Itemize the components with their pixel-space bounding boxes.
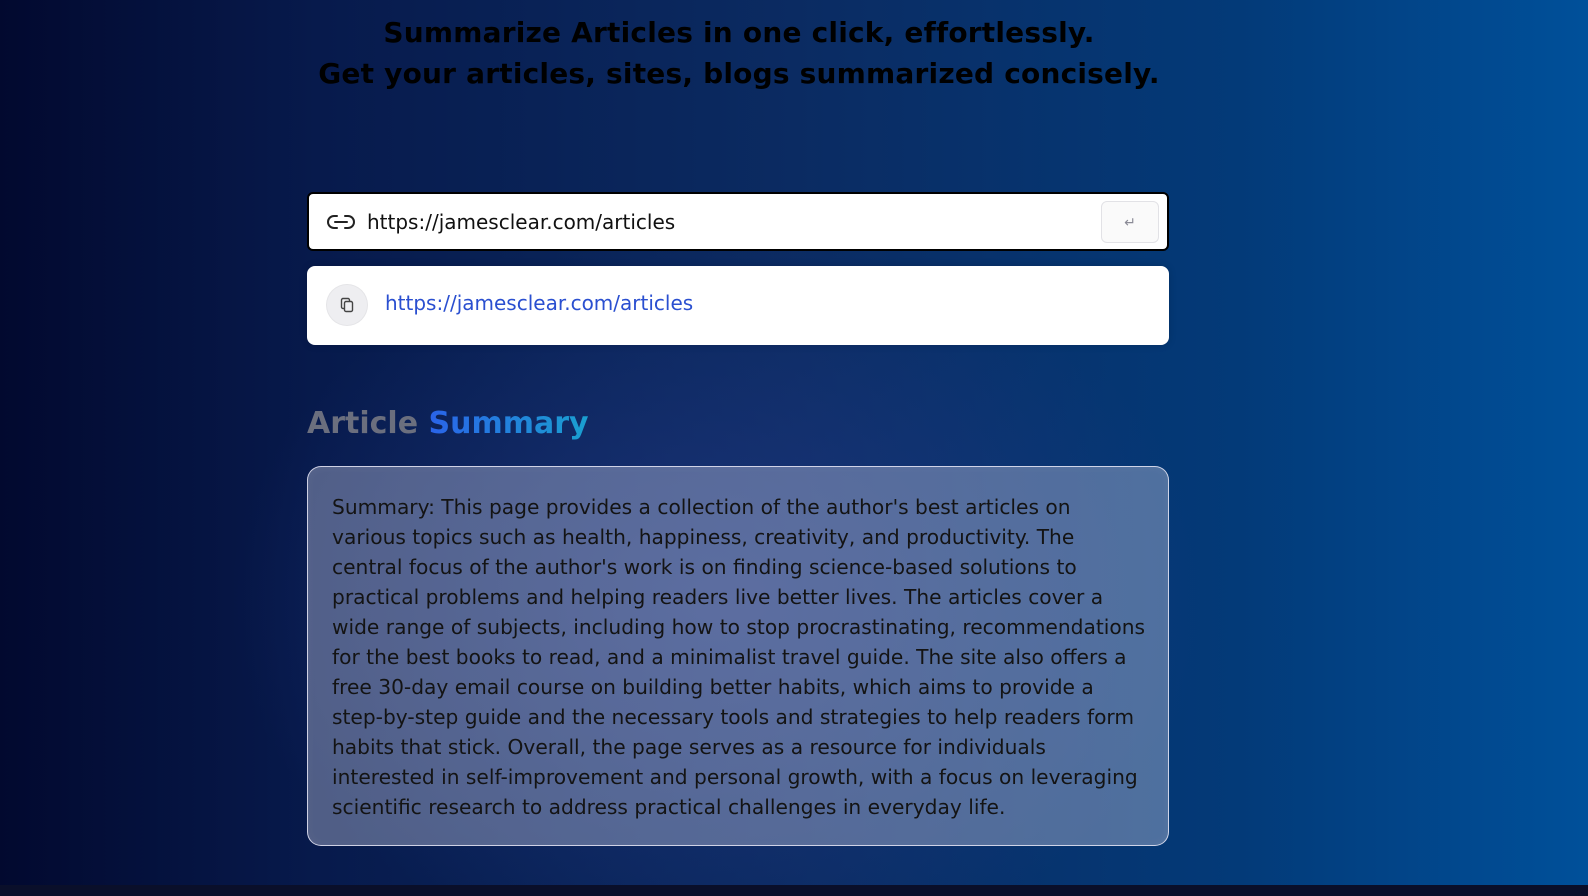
history-item: https://jamesclear.com/articles xyxy=(307,266,1169,345)
hero-title-line-1: Summarize Articles in one click, effortl… xyxy=(383,16,1095,49)
bottom-strip xyxy=(0,885,1588,896)
submit-button[interactable]: ↵ xyxy=(1101,201,1159,243)
summary-heading-highlight: Summary xyxy=(428,406,589,441)
link-icon xyxy=(327,215,355,229)
summary-box: Summary: This page provides a collection… xyxy=(307,466,1169,846)
hero-title-line-2: Get your articles, sites, blogs summariz… xyxy=(318,57,1160,90)
url-input[interactable] xyxy=(367,204,1077,240)
summary-heading: Article Summary xyxy=(307,406,589,441)
summary-heading-prefix: Article xyxy=(307,406,419,441)
url-form: ↵ xyxy=(307,192,1169,251)
copy-button[interactable] xyxy=(326,284,368,326)
summary-text: Summary: This page provides a collection… xyxy=(332,495,1146,819)
copy-icon xyxy=(340,297,354,313)
enter-icon: ↵ xyxy=(1124,213,1136,230)
history-url-link[interactable]: https://jamesclear.com/articles xyxy=(385,291,693,315)
